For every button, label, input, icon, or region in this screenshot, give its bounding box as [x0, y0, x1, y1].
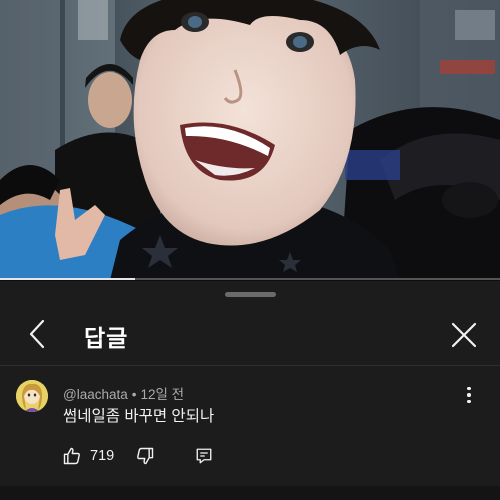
- video-player[interactable]: [0, 0, 500, 280]
- drag-handle[interactable]: [225, 292, 276, 297]
- comment-actions: 719: [62, 444, 213, 468]
- more-vertical-icon-dot: [467, 399, 471, 404]
- avatar[interactable]: [16, 380, 48, 412]
- comment-item: @laachata • 12일 전 썸네일좀 바꾸면 안되나 719: [0, 366, 500, 486]
- close-icon: [451, 322, 477, 348]
- sheet-header: 답글: [0, 303, 500, 365]
- video-progress-fill: [0, 278, 135, 280]
- more-vertical-icon: [467, 386, 471, 391]
- comment-time: 12일 전: [140, 387, 185, 402]
- more-vertical-icon-dot: [467, 393, 471, 397]
- reply-icon: [196, 448, 212, 464]
- reply-button[interactable]: [195, 447, 213, 465]
- more-options-button[interactable]: [458, 384, 480, 406]
- thumbs-down-icon: [137, 447, 154, 465]
- chevron-left-icon: [29, 319, 45, 349]
- dislike-button[interactable]: [135, 446, 155, 466]
- meta-separator: •: [131, 387, 137, 402]
- video-progress-bar[interactable]: [0, 278, 500, 280]
- like-count: 719: [90, 448, 115, 464]
- replies-sheet: 답글 @laachata • 12일 전 썸네일좀 바꾸면 안되나 719: [0, 281, 500, 500]
- comment-meta: @laachata • 12일 전: [63, 383, 184, 403]
- thumbs-up-icon: [63, 447, 80, 465]
- comment-author[interactable]: @laachata: [63, 387, 128, 402]
- avatar-image: [16, 380, 48, 412]
- sheet-title: 답글: [84, 325, 129, 351]
- back-button[interactable]: [20, 317, 54, 351]
- video-frame-image: [0, 0, 500, 280]
- comment-text: 썸네일좀 바꾸면 안되나: [63, 408, 215, 425]
- next-item-edge: [0, 486, 500, 500]
- like-button[interactable]: 719: [62, 446, 114, 466]
- close-button[interactable]: [446, 317, 482, 353]
